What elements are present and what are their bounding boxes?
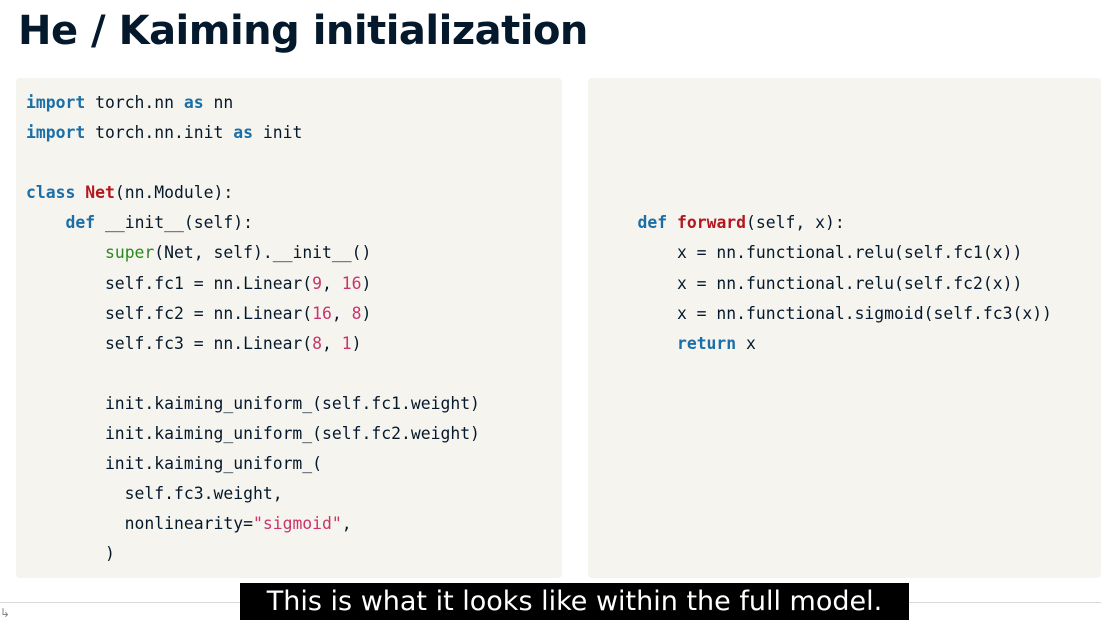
code-line: def forward(self, x):	[598, 208, 1052, 238]
code-line: nonlinearity="sigmoid",	[26, 509, 480, 539]
code-token: init.kaiming_uniform_(	[26, 454, 323, 474]
code-token: )	[351, 333, 362, 353]
code-line: import torch.nn.init as init	[26, 118, 480, 148]
code-line: return x	[598, 329, 1052, 359]
code-block-init: import torch.nn as nn import torch.nn.ini…	[26, 88, 480, 570]
code-token: )	[26, 544, 115, 564]
code-line: def __init__(self):	[26, 208, 480, 238]
slide-title: He / Kaiming initialization	[18, 8, 588, 54]
code-line: self.fc3.weight,	[26, 479, 480, 509]
code-token: class	[26, 183, 76, 203]
code-token: ,	[322, 333, 342, 353]
code-token: 9	[312, 273, 323, 293]
code-token: self.fc2 = nn.Linear(	[26, 303, 313, 323]
code-token: __init__(self):	[95, 213, 253, 233]
code-token: (self, x):	[746, 213, 845, 233]
code-line: x = nn.functional.relu(self.fc1(x))	[598, 238, 1052, 268]
code-token: return	[676, 333, 737, 353]
code-token: 16	[341, 273, 362, 293]
code-token: ,	[341, 514, 352, 534]
code-token: )	[361, 303, 372, 323]
code-token: ,	[322, 273, 342, 293]
code-token: (Net, self).__init__()	[154, 243, 372, 263]
code-token: as	[183, 93, 204, 112]
code-token: Net	[85, 183, 115, 203]
code-token: ,	[331, 303, 352, 323]
code-token: )	[361, 273, 372, 293]
code-token: (nn.Module):	[114, 183, 234, 203]
code-token: self.fc3.weight,	[26, 484, 283, 504]
code-token: import	[26, 123, 86, 143]
video-caption: This is what it looks like within the fu…	[240, 583, 909, 620]
code-token: init.kaiming_uniform_(self.fc2.weight)	[26, 424, 480, 444]
code-token: x = nn.functional.relu(self.fc1(x))	[598, 243, 1023, 263]
code-token: 8	[351, 303, 362, 323]
code-token: x = nn.functional.sigmoid(self.fc3(x))	[598, 303, 1052, 323]
code-token: x	[736, 333, 756, 353]
code-token: x = nn.functional.relu(self.fc2(x))	[598, 273, 1023, 293]
code-line: init.kaiming_uniform_(self.fc2.weight)	[26, 419, 480, 449]
code-token: forward	[676, 213, 747, 233]
code-panel-left: import torch.nn as nn import torch.nn.ini…	[16, 78, 562, 578]
code-panel-right: def forward(self, x): x = nn.functional.…	[588, 78, 1101, 578]
code-line: init.kaiming_uniform_(self.fc1.weight)	[26, 389, 480, 419]
code-block-forward: def forward(self, x): x = nn.functional.…	[598, 88, 1052, 359]
code-token: init.kaiming_uniform_(self.fc1.weight)	[26, 393, 480, 413]
code-line: self.fc1 = nn.Linear(9, 16)	[26, 269, 480, 299]
code-line: self.fc2 = nn.Linear(16, 8)	[26, 299, 480, 329]
code-token: 16	[312, 303, 332, 323]
code-line: x = nn.functional.relu(self.fc2(x))	[598, 269, 1052, 299]
code-token: self.fc1 = nn.Linear(	[26, 273, 313, 293]
code-token: nn	[203, 93, 234, 112]
code-token: def	[637, 213, 668, 233]
code-line: self.fc3 = nn.Linear(8, 1)	[26, 329, 480, 359]
code-token: import	[26, 93, 86, 112]
code-token: as	[233, 123, 253, 143]
code-token: "sigmoid"	[252, 514, 342, 534]
code-token: self.fc3 = nn.Linear(	[26, 333, 313, 353]
corner-arrow-icon: ↳	[0, 606, 11, 620]
code-token: 8	[312, 333, 323, 353]
code-token: 1	[341, 333, 352, 353]
code-token: super	[104, 243, 155, 263]
code-token: torch.nn.init	[85, 123, 234, 143]
code-line: import torch.nn as nn	[26, 88, 480, 118]
code-token: def	[65, 213, 96, 233]
code-line: super(Net, self).__init__()	[26, 238, 480, 268]
code-token: nonlinearity=	[26, 514, 253, 534]
code-line: x = nn.functional.sigmoid(self.fc3(x))	[598, 299, 1052, 329]
code-token: init	[253, 123, 303, 143]
code-line: class Net(nn.Module):	[26, 178, 480, 208]
code-line: )	[26, 539, 480, 569]
code-token: torch.nn	[85, 93, 184, 112]
code-line: init.kaiming_uniform_(	[26, 449, 480, 479]
